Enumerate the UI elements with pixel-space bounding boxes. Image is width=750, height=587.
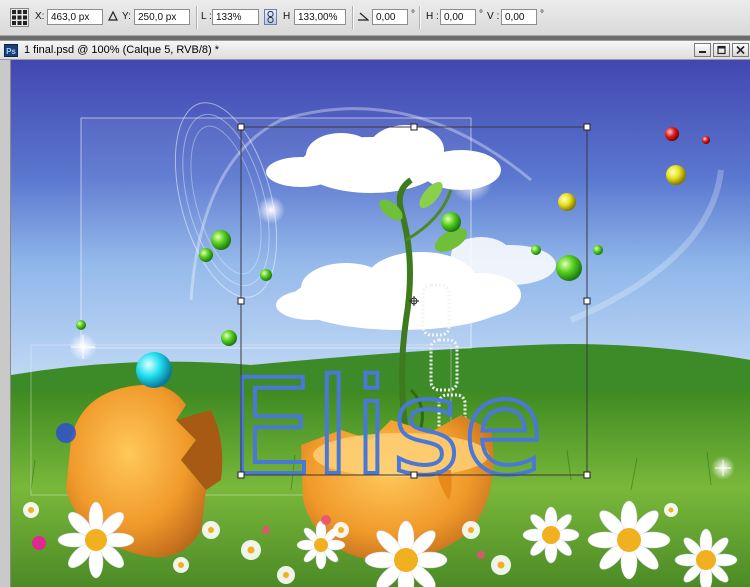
transform-handle[interactable] <box>410 471 418 479</box>
transform-handle[interactable] <box>237 123 245 131</box>
angle-icon[interactable] <box>357 11 369 21</box>
width-scale-field[interactable]: 133% <box>212 9 259 25</box>
transform-handle[interactable] <box>583 123 591 131</box>
transform-handle[interactable] <box>583 297 591 305</box>
skew-h-field[interactable]: 0,00 <box>440 9 476 25</box>
height-scale-field[interactable]: 133,00% <box>294 9 346 25</box>
y-position-field[interactable]: 250,0 px <box>134 9 190 25</box>
delta-icon[interactable] <box>108 11 118 21</box>
close-icon[interactable] <box>732 43 749 57</box>
transform-handle[interactable] <box>237 297 245 305</box>
green-ball <box>260 269 272 281</box>
transform-handle[interactable] <box>410 123 418 131</box>
green-ball <box>211 230 231 250</box>
blue-ball <box>56 423 76 443</box>
green-ball <box>556 255 582 281</box>
x-label: X: <box>35 11 45 22</box>
skew-v-label: V : <box>487 11 500 22</box>
separator <box>352 6 354 29</box>
degree-unit: ° <box>540 9 544 20</box>
red-ball <box>665 127 679 141</box>
link-icon[interactable] <box>264 9 277 25</box>
green-ball <box>441 212 461 232</box>
green-ball <box>76 320 86 330</box>
transform-handle[interactable] <box>237 471 245 479</box>
red-ball <box>702 136 710 144</box>
y-label: Y: <box>122 11 131 22</box>
maximize-icon[interactable] <box>713 43 730 57</box>
document-window: Ps 1 final.psd @ 100% (Calque 5, RVB/8) … <box>0 40 750 587</box>
green-ball <box>593 245 603 255</box>
pink-ball <box>32 536 46 550</box>
x-position-field[interactable]: 463,0 px <box>47 9 103 25</box>
yellow-ball <box>558 193 576 211</box>
document-titlebar[interactable]: Ps 1 final.psd @ 100% (Calque 5, RVB/8) … <box>0 40 750 60</box>
green-ball <box>531 245 541 255</box>
image-canvas[interactable]: Elise <box>10 60 750 587</box>
document-title: 1 final.psd @ 100% (Calque 5, RVB/8) * <box>24 44 220 56</box>
cyan-ball <box>136 352 172 388</box>
transform-handle[interactable] <box>583 471 591 479</box>
skew-h-label: H : <box>426 11 439 22</box>
yellow-ball <box>666 165 686 185</box>
options-bar: X: 463,0 px Y: 250,0 px L : 133% H : 133… <box>0 0 750 36</box>
elise-text-layer: Elise <box>229 351 546 505</box>
minimize-icon[interactable] <box>694 43 711 57</box>
artwork: Elise <box>11 60 750 587</box>
photoshop-app-icon: Ps <box>4 44 18 57</box>
degree-unit: ° <box>411 9 415 20</box>
skew-v-field[interactable]: 0,00 <box>501 9 537 25</box>
separator <box>196 6 198 29</box>
degree-unit: ° <box>479 9 483 20</box>
green-ball <box>199 248 213 262</box>
canvas-area[interactable]: Elise <box>0 60 750 587</box>
reference-point-icon[interactable] <box>10 8 29 27</box>
separator <box>419 6 421 29</box>
rotation-field[interactable]: 0,00 <box>372 9 408 25</box>
green-ball <box>221 330 237 346</box>
width-label: L : <box>201 11 212 22</box>
sparkle <box>257 196 285 224</box>
